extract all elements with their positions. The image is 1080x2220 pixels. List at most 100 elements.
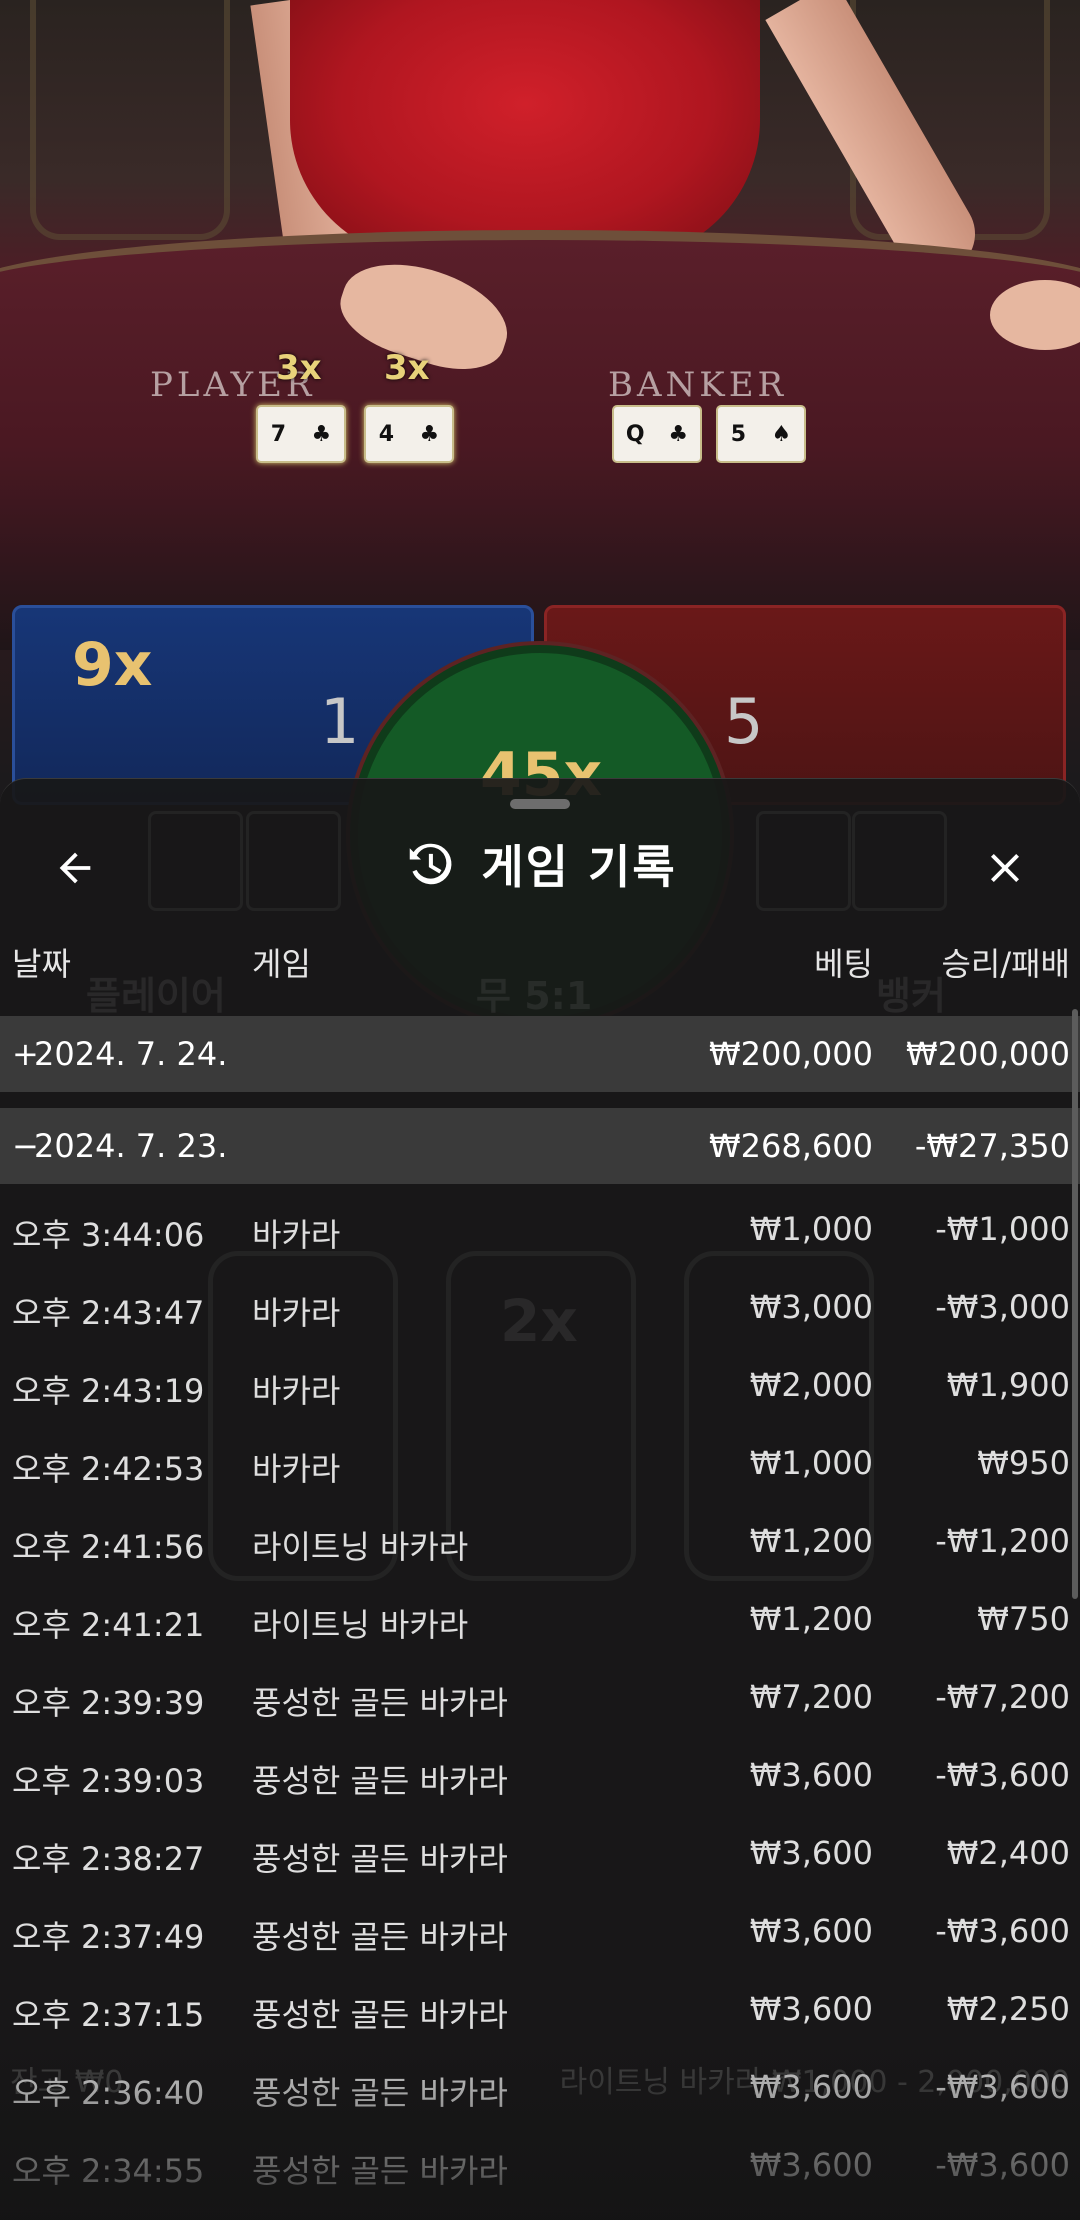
row-time: 오후 2:41:56 bbox=[12, 1528, 205, 1566]
banker-hand-total: 5 bbox=[724, 685, 764, 758]
history-row[interactable]: 오후 2:39:03 풍성한 골든 바카라 ₩3,600 -₩3,600 bbox=[0, 1738, 1080, 1816]
row-win-loss: -₩1,000 bbox=[935, 1210, 1070, 1248]
history-row[interactable]: 오후 2:41:21 라이트닝 바카라 ₩1,200 ₩750 bbox=[0, 1582, 1080, 1660]
player-bet-multiplier: 9x bbox=[72, 630, 153, 700]
group-date: 2024. 7. 23. bbox=[34, 1127, 228, 1165]
banker-card: 5 ♠ bbox=[716, 405, 806, 463]
row-bet: ₩1,000 bbox=[749, 1210, 873, 1248]
column-header-win-loss[interactable]: 승리/패배 bbox=[941, 939, 1070, 985]
row-win-loss: ₩950 bbox=[977, 1444, 1070, 1482]
dealer bbox=[290, 0, 760, 260]
history-clock-icon bbox=[410, 843, 452, 885]
row-time: 오후 2:38:27 bbox=[12, 1840, 205, 1878]
banker-table-label: BANKER bbox=[608, 365, 788, 405]
column-header-game[interactable]: 게임 bbox=[252, 939, 311, 985]
row-time: 오후 2:41:21 bbox=[12, 1606, 205, 1644]
row-time: 오후 2:37:15 bbox=[12, 1996, 205, 2034]
row-time: 오후 2:43:19 bbox=[12, 1372, 205, 1410]
sheet-header: 게임 기록 bbox=[0, 809, 1080, 919]
row-bet: ₩1,000 bbox=[749, 1444, 873, 1482]
group-bet-total: ₩200,000 bbox=[709, 1035, 873, 1073]
title-wrap: 게임 기록 bbox=[0, 809, 1080, 919]
row-time: 오후 2:42:53 bbox=[12, 1450, 205, 1488]
row-game: 바카라 bbox=[252, 1372, 341, 1410]
row-time: 오후 2:37:49 bbox=[12, 1918, 205, 1956]
row-win-loss: -₩3,000 bbox=[935, 1288, 1070, 1326]
banker-card: Q ♣ bbox=[612, 405, 702, 463]
row-win-loss: -₩3,600 bbox=[935, 1756, 1070, 1794]
history-row[interactable]: 오후 2:43:47 바카라 ₩3,000 -₩3,000 bbox=[0, 1270, 1080, 1348]
row-win-loss: ₩1,900 bbox=[946, 1366, 1070, 1404]
game-history-sheet: 플레이어 무 5:1 뱅커 2x 잔고 ₩0 라이트닝 바카라 ₩1,000 -… bbox=[0, 778, 1080, 2220]
row-win-loss: -₩7,200 bbox=[935, 1678, 1070, 1716]
row-bet: ₩3,600 bbox=[749, 2068, 873, 2106]
row-game: 풍성한 골든 바카라 bbox=[252, 2152, 508, 2190]
history-row[interactable]: 오후 2:41:56 라이트닝 바카라 ₩1,200 -₩1,200 bbox=[0, 1504, 1080, 1582]
close-icon bbox=[991, 854, 1019, 882]
row-game: 라이트닝 바카라 bbox=[252, 1606, 469, 1644]
row-time: 오후 2:36:40 bbox=[12, 2074, 205, 2112]
player-hand-total: 1 bbox=[320, 685, 360, 758]
background-arch bbox=[30, 0, 230, 240]
row-game: 바카라 bbox=[252, 1216, 341, 1254]
column-header-date[interactable]: 날짜 bbox=[12, 939, 71, 985]
row-bet: ₩3,600 bbox=[749, 1756, 873, 1794]
sheet-drag-handle[interactable] bbox=[510, 799, 570, 809]
history-row[interactable]: 오후 3:44:06 바카라 ₩1,000 -₩1,000 bbox=[0, 1192, 1080, 1270]
row-bet: ₩3,600 bbox=[749, 1912, 873, 1950]
row-win-loss: -₩3,600 bbox=[935, 2068, 1070, 2106]
back-button[interactable] bbox=[40, 833, 110, 903]
row-bet: ₩7,200 bbox=[749, 1678, 873, 1716]
baccarat-table bbox=[0, 230, 1080, 650]
ghost-tie-label: 무 5:1 bbox=[476, 974, 593, 1018]
row-bet: ₩3,600 bbox=[749, 2146, 873, 2184]
arrow-left-icon bbox=[59, 852, 91, 884]
row-bet: ₩3,600 bbox=[749, 1834, 873, 1872]
history-row[interactable]: 오후 2:42:53 바카라 ₩1,000 ₩950 bbox=[0, 1426, 1080, 1504]
ghost-player-label: 플레이어 bbox=[86, 974, 226, 1018]
row-time: 오후 2:39:03 bbox=[12, 1762, 205, 1800]
history-row[interactable]: 오후 2:36:40 풍성한 골든 바카라 ₩3,600 -₩3,600 bbox=[0, 2050, 1080, 2128]
history-row[interactable]: 오후 2:37:15 풍성한 골든 바카라 ₩3,600 ₩2,250 bbox=[0, 1972, 1080, 2050]
row-win-loss: ₩2,250 bbox=[946, 1990, 1070, 2028]
player-card: 7 ♣ bbox=[256, 405, 346, 463]
row-win-loss: -₩3,600 bbox=[935, 2146, 1070, 2184]
row-bet: ₩3,600 bbox=[749, 1990, 873, 2028]
scrollbar[interactable] bbox=[1072, 1009, 1078, 1599]
history-row[interactable]: 오후 2:37:49 풍성한 골든 바카라 ₩3,600 -₩3,600 bbox=[0, 1894, 1080, 1972]
date-group-row[interactable]: + 2024. 7. 24. ₩200,000 ₩200,000 bbox=[0, 1016, 1080, 1092]
card-multiplier: 3x bbox=[276, 348, 322, 388]
row-time: 오후 3:44:06 bbox=[12, 1216, 205, 1254]
column-header-bet[interactable]: 베팅 bbox=[814, 939, 873, 985]
row-time: 오후 2:34:55 bbox=[12, 2152, 205, 2190]
ghost-banker-label: 뱅커 bbox=[876, 974, 946, 1018]
group-bet-total: ₩268,600 bbox=[709, 1127, 873, 1165]
group-win-loss-total: -₩27,350 bbox=[914, 1127, 1070, 1165]
card-multiplier: 3x bbox=[384, 348, 430, 388]
row-game: 풍성한 골든 바카라 bbox=[252, 1684, 508, 1722]
row-bet: ₩3,000 bbox=[749, 1288, 873, 1326]
row-time: 오후 2:43:47 bbox=[12, 1294, 205, 1332]
close-button[interactable] bbox=[970, 833, 1040, 903]
history-row[interactable]: 오후 2:38:27 풍성한 골든 바카라 ₩3,600 ₩2,400 bbox=[0, 1816, 1080, 1894]
history-row[interactable]: 오후 2:39:39 풍성한 골든 바카라 ₩7,200 -₩7,200 bbox=[0, 1660, 1080, 1738]
row-bet: ₩2,000 bbox=[749, 1366, 873, 1404]
row-bet: ₩1,200 bbox=[749, 1600, 873, 1638]
row-win-loss: -₩3,600 bbox=[935, 1912, 1070, 1950]
row-game: 바카라 bbox=[252, 1294, 341, 1332]
row-win-loss: ₩750 bbox=[977, 1600, 1070, 1638]
group-win-loss-total: ₩200,000 bbox=[906, 1035, 1070, 1073]
sheet-title: 게임 기록 bbox=[481, 840, 677, 894]
row-game: 라이트닝 바카라 bbox=[252, 1528, 469, 1566]
date-group-row[interactable]: − 2024. 7. 23. ₩268,600 -₩27,350 bbox=[0, 1108, 1080, 1184]
row-win-loss: -₩1,200 bbox=[935, 1522, 1070, 1560]
row-bet: ₩1,200 bbox=[749, 1522, 873, 1560]
history-row[interactable]: 오후 2:43:19 바카라 ₩2,000 ₩1,900 bbox=[0, 1348, 1080, 1426]
history-row[interactable]: 오후 2:34:55 풍성한 골든 바카라 ₩3,600 -₩3,600 bbox=[0, 2128, 1080, 2206]
row-game: 풍성한 골든 바카라 bbox=[252, 1762, 508, 1800]
row-game: 풍성한 골든 바카라 bbox=[252, 1996, 508, 2034]
row-time: 오후 2:39:39 bbox=[12, 1684, 205, 1722]
row-win-loss: ₩2,400 bbox=[946, 1834, 1070, 1872]
row-game: 바카라 bbox=[252, 1450, 341, 1488]
row-game: 풍성한 골든 바카라 bbox=[252, 2074, 508, 2112]
